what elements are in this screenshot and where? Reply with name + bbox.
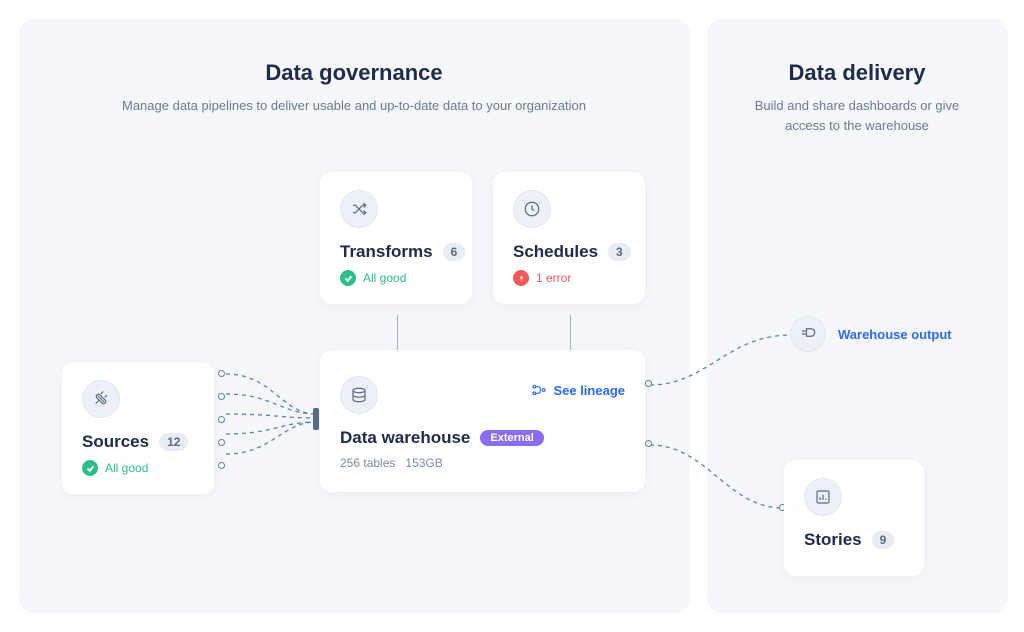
connector-schedules-warehouse — [570, 315, 571, 350]
plug-icon — [82, 380, 120, 418]
connector-transforms-warehouse — [397, 315, 398, 350]
port-dot — [218, 439, 225, 446]
stories-card[interactable]: Stories 9 — [784, 460, 924, 576]
transforms-count: 6 — [443, 243, 466, 261]
sources-status: All good — [105, 461, 148, 475]
warehouse-output-label: Warehouse output — [838, 327, 952, 342]
stories-title: Stories — [804, 530, 862, 550]
delivery-header: Data delivery Build and share dashboards… — [706, 18, 1008, 135]
delivery-title: Data delivery — [706, 60, 1008, 86]
warehouse-title: Data warehouse — [340, 428, 470, 448]
lineage-icon — [531, 382, 547, 398]
warehouse-card[interactable]: Data warehouse External 256 tables 153GB… — [320, 350, 645, 492]
lineage-label: See lineage — [553, 383, 625, 398]
check-icon — [82, 460, 98, 476]
warehouse-size: 153GB — [405, 456, 442, 470]
sources-count: 12 — [159, 433, 188, 451]
transforms-title: Transforms — [340, 242, 433, 262]
sources-title: Sources — [82, 432, 149, 452]
see-lineage-button[interactable]: See lineage — [531, 382, 625, 398]
governance-panel: Data governance Manage data pipelines to… — [18, 18, 690, 614]
port-dot — [218, 416, 225, 423]
warehouse-stories-port-out — [645, 440, 652, 447]
warehouse-stats: 256 tables 153GB — [340, 456, 625, 470]
chart-icon — [804, 478, 842, 516]
database-icon — [340, 376, 378, 414]
sources-output-ports — [218, 370, 225, 469]
warehouse-tag: External — [480, 430, 543, 446]
port-dot — [218, 393, 225, 400]
clock-icon — [513, 190, 551, 228]
warehouse-output-link[interactable]: Warehouse output — [790, 316, 952, 352]
output-plug-icon — [790, 316, 826, 352]
schedules-status: 1 error — [536, 271, 571, 285]
delivery-subtitle: Build and share dashboards or give acces… — [742, 96, 972, 135]
stories-count: 9 — [872, 531, 895, 549]
schedules-title: Schedules — [513, 242, 598, 262]
schedules-count: 3 — [608, 243, 631, 261]
schedules-card[interactable]: Schedules 3 1 error — [493, 172, 645, 304]
check-icon — [340, 270, 356, 286]
port-dot — [218, 370, 225, 377]
transforms-status: All good — [363, 271, 406, 285]
sources-card[interactable]: Sources 12 All good — [62, 362, 214, 494]
governance-header: Data governance Manage data pipelines to… — [18, 18, 690, 116]
shuffle-icon — [340, 190, 378, 228]
governance-subtitle: Manage data pipelines to deliver usable … — [18, 96, 690, 116]
port-dot — [218, 462, 225, 469]
alert-icon — [513, 270, 529, 286]
warehouse-tables: 256 tables — [340, 456, 395, 470]
governance-title: Data governance — [18, 60, 690, 86]
warehouse-output-port — [645, 380, 652, 387]
warehouse-input-port — [313, 408, 319, 430]
transforms-card[interactable]: Transforms 6 All good — [320, 172, 472, 304]
